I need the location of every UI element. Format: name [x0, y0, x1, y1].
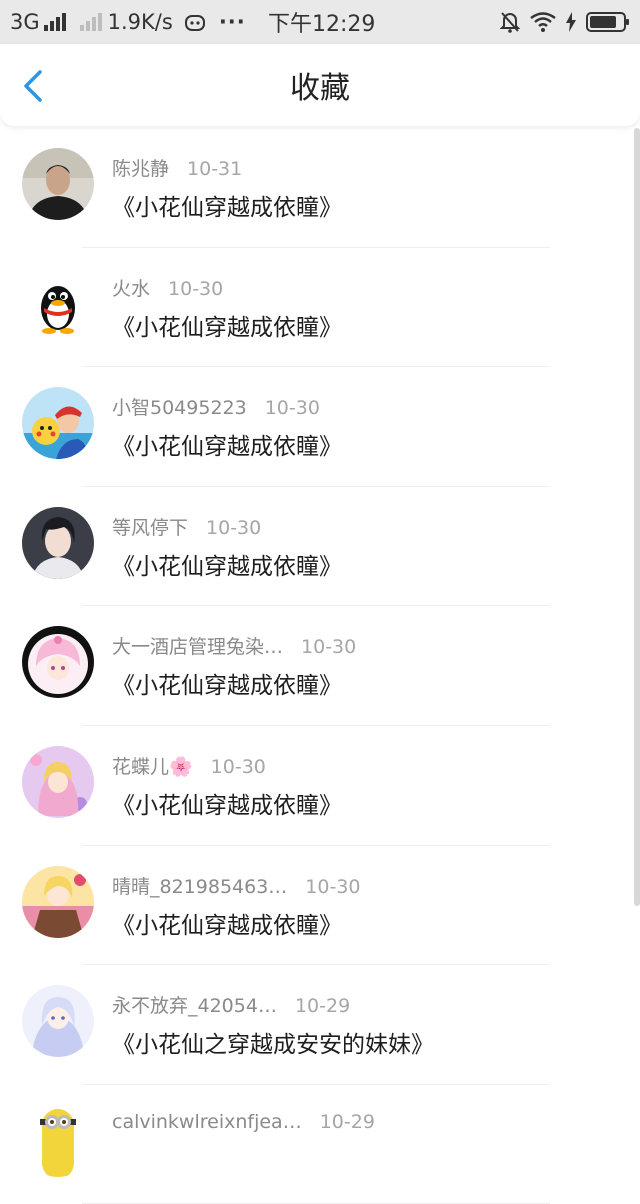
user-name: 火水 — [112, 277, 151, 300]
list-item[interactable]: 陈兆静 10-31 《小花仙穿越成依瞳》 — [0, 128, 640, 248]
user-name: 晴晴_821985463… — [112, 875, 288, 898]
item-meta: 永不放弃_42054… 10-29 — [112, 991, 350, 1018]
favorite-date: 10-29 — [319, 1110, 375, 1133]
status-bar: 3G 1.9K/s ··· 下午12:29 — [0, 0, 640, 44]
favorite-date: 10-30 — [301, 636, 357, 659]
item-meta: 晴晴_821985463… 10-30 — [112, 872, 361, 899]
favorite-date: 10-30 — [305, 875, 361, 898]
clock: 下午12:29 — [268, 12, 376, 37]
favorite-date: 10-30 — [168, 277, 224, 300]
item-meta: 陈兆静 10-31 — [112, 154, 242, 181]
avatar[interactable] — [22, 1104, 94, 1177]
avatar[interactable] — [22, 148, 94, 220]
mute-bell-icon — [500, 12, 520, 33]
page-title: 收藏 — [290, 71, 350, 106]
story-title[interactable]: 《小花仙穿越成依瞳》 — [112, 427, 342, 461]
battery-icon — [586, 12, 629, 32]
avatar[interactable] — [22, 387, 94, 460]
list-item[interactable]: 火水 10-30 《小花仙穿越成依瞳》 — [0, 248, 640, 368]
list-item[interactable]: 晴晴_821985463… 10-30 《小花仙穿越成依瞳》 — [0, 846, 640, 966]
nav-bar: 收藏 — [0, 44, 640, 126]
scrollbar[interactable] — [634, 128, 640, 906]
user-name: 等风停下 — [112, 516, 189, 539]
user-name: 陈兆静 — [112, 158, 170, 180]
favorite-date: 10-30 — [264, 397, 320, 420]
network-speed: 1.9K/s — [107, 10, 173, 34]
list-item[interactable]: 花蝶儿🌸 10-30 《小花仙穿越成依瞳》 — [0, 726, 640, 846]
list-item[interactable]: 小智50495223 10-30 《小花仙穿越成依瞳》 — [0, 367, 640, 487]
favorite-date: 10-30 — [210, 755, 266, 778]
avatar[interactable] — [22, 506, 94, 579]
item-meta: 等风停下 10-30 — [112, 513, 261, 540]
avatar[interactable] — [22, 267, 94, 340]
story-title[interactable]: 《小花仙穿越成依瞳》 — [112, 666, 342, 700]
item-meta: calvinkwlreixnfjea… 10-29 — [112, 1111, 375, 1133]
list-item[interactable]: 等风停下 10-30 《小花仙穿越成依瞳》 — [0, 487, 640, 607]
network-type: 3G — [10, 10, 40, 34]
signal-secondary-icon — [79, 13, 102, 31]
user-name: 大一酒店管理兔染… — [112, 636, 284, 659]
list-item[interactable]: 大一酒店管理兔染… 10-30 《小花仙穿越成依瞳》 — [0, 606, 640, 726]
story-title[interactable]: 《小花仙穿越成依瞳》 — [112, 547, 342, 581]
story-title[interactable]: 《小花仙之穿越成安安的妹妹》 — [112, 1025, 434, 1059]
story-title[interactable]: 《小花仙穿越成依瞳》 — [112, 188, 342, 222]
charging-icon — [566, 12, 576, 32]
item-meta: 花蝶儿🌸 10-30 — [112, 752, 266, 779]
user-name: 永不放弃_42054… — [112, 995, 277, 1018]
user-name: 小智50495223 — [112, 397, 247, 420]
avatar[interactable] — [22, 626, 94, 699]
story-title[interactable]: 《小花仙穿越成依瞳》 — [112, 308, 342, 342]
favorite-date: 10-29 — [294, 995, 351, 1018]
item-meta: 大一酒店管理兔染… 10-30 — [112, 632, 356, 659]
user-name: 花蝶儿🌸 — [112, 755, 193, 778]
story-title[interactable]: 《小花仙穿越成依瞳》 — [112, 786, 342, 820]
avatar[interactable] — [22, 745, 94, 818]
more-notifications: ··· — [218, 10, 246, 34]
wifi-icon — [530, 12, 556, 32]
favorite-date: 10-31 — [187, 158, 243, 180]
list-item[interactable]: calvinkwlreixnfjea… 10-29 — [0, 1085, 640, 1204]
app-notification-icon — [184, 15, 205, 31]
avatar[interactable] — [22, 985, 94, 1058]
story-title[interactable]: 《小花仙穿越成依瞳》 — [112, 906, 342, 940]
item-meta: 小智50495223 10-30 — [112, 393, 320, 420]
favorites-list: 陈兆静 10-31 《小花仙穿越成依瞳》 火水 10-30 《小花仙穿越成依瞳》 小智504… — [0, 128, 640, 1204]
list-item[interactable]: 永不放弃_42054… 10-29 《小花仙之穿越成安安的妹妹》 — [0, 965, 640, 1085]
user-name: calvinkwlreixnfjea… — [112, 1110, 302, 1133]
item-meta: 火水 10-30 — [112, 274, 223, 301]
signal-icon — [43, 13, 66, 31]
avatar[interactable] — [22, 865, 94, 938]
favorite-date: 10-30 — [206, 516, 262, 539]
